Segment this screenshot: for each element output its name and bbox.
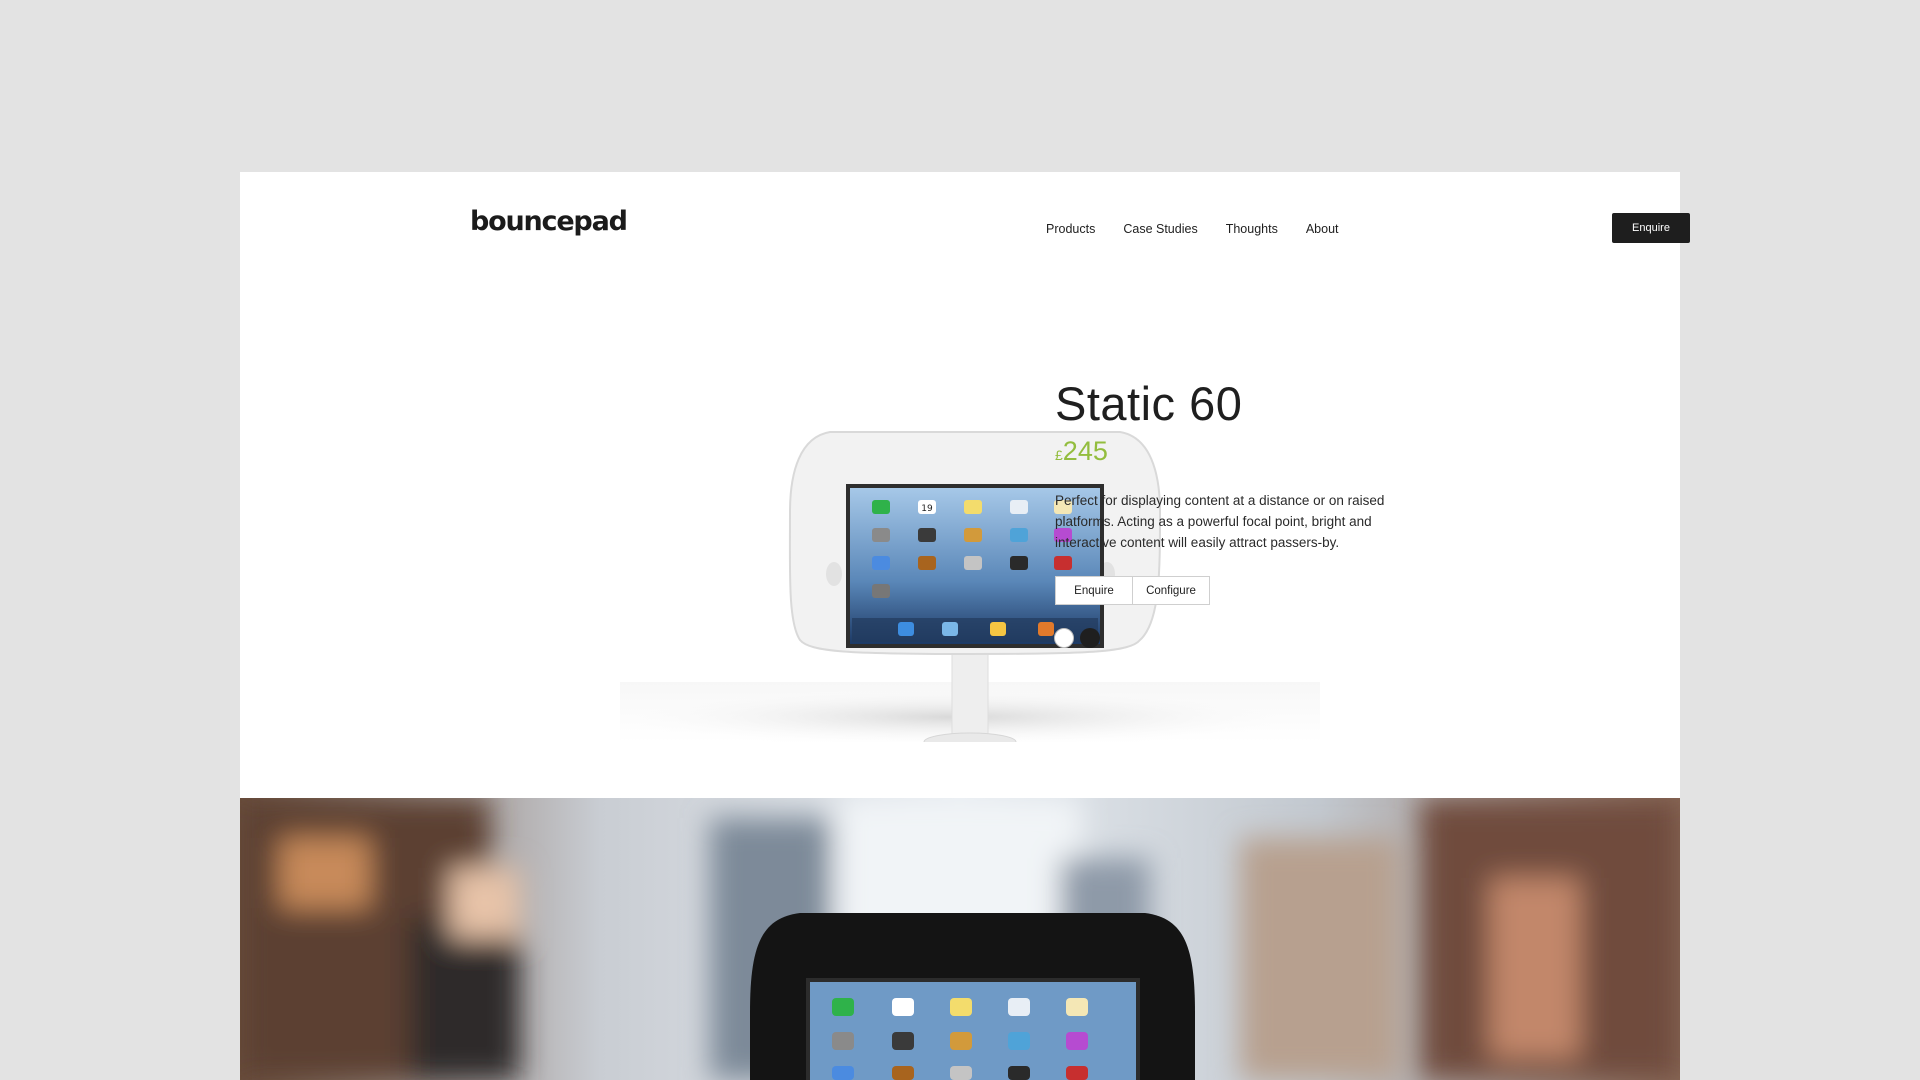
configure-button[interactable]: Configure <box>1133 576 1210 605</box>
nav-products[interactable]: Products <box>1046 222 1095 236</box>
color-swatches <box>1054 628 1106 648</box>
calendar-icon-date: 19 <box>921 504 933 514</box>
bouncepad-logo[interactable]: bouncepad <box>470 206 628 237</box>
product-price: £245 <box>1055 436 1108 467</box>
black-swatch[interactable] <box>1080 628 1100 648</box>
enquire-button[interactable]: Enquire <box>1055 576 1133 605</box>
main-nav: Products Case Studies Thoughts About Enq… <box>1046 213 1690 243</box>
nav-case-studies[interactable]: Case Studies <box>1123 222 1197 236</box>
page-card: bouncepad Products Case Studies Thoughts… <box>240 172 1690 798</box>
product-actions: Enquire Configure <box>1055 576 1210 605</box>
price-currency: £ <box>1055 447 1063 463</box>
nav-about[interactable]: About <box>1306 222 1339 236</box>
nav-thoughts[interactable]: Thoughts <box>1226 222 1278 236</box>
product-title: Static 60 <box>1055 377 1243 430</box>
nav-enquire-button[interactable]: Enquire <box>1612 213 1690 243</box>
price-value: 245 <box>1062 436 1108 466</box>
product-description: Perfect for displaying content at a dist… <box>1055 493 1385 550</box>
lifestyle-photo <box>240 798 1680 1080</box>
white-swatch[interactable] <box>1054 628 1074 648</box>
